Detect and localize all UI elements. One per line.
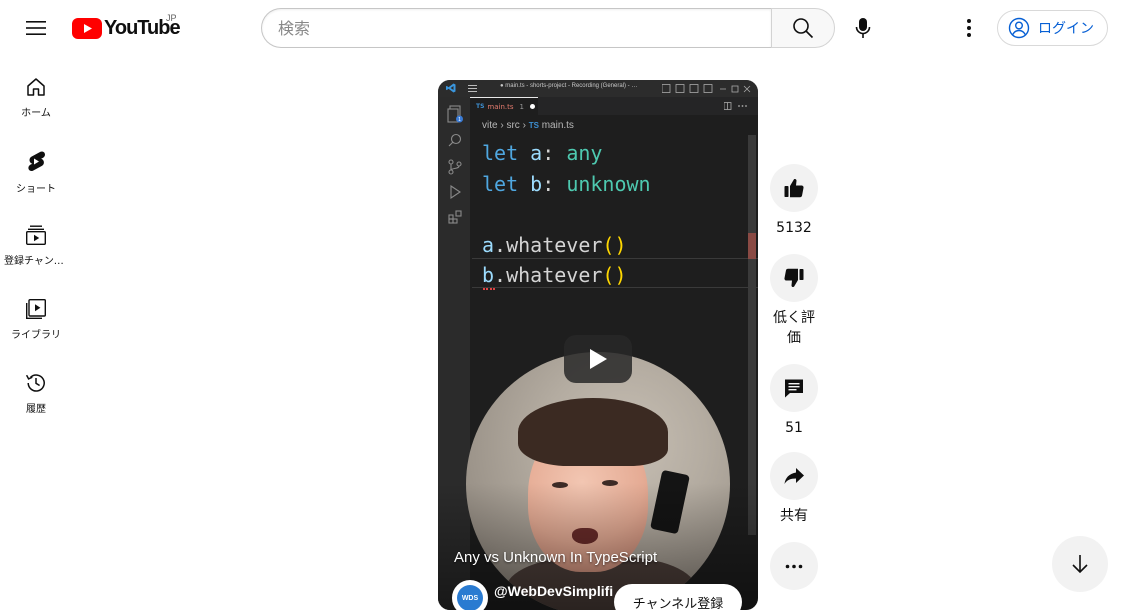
editor-menu-icon <box>468 85 477 92</box>
run-debug-icon <box>450 185 461 199</box>
thumb-up-icon <box>784 178 804 198</box>
youtube-play-logo-icon <box>72 17 102 39</box>
guide-item-label: ライブラリ <box>11 330 61 341</box>
editor-tab: TS main.ts 1 <box>470 97 538 115</box>
editor-tab-problem-count: 1 <box>519 102 524 111</box>
presenter-eye <box>552 482 568 488</box>
explorer-badge: 1 <box>458 117 461 123</box>
editor-breadcrumb: vite › src › TS main.ts <box>482 120 574 131</box>
search-icon <box>448 133 462 147</box>
presenter-mouth <box>572 528 598 544</box>
share-button[interactable] <box>770 452 818 500</box>
typescript-file-icon: TS <box>528 121 539 130</box>
next-short-button[interactable] <box>1052 536 1108 592</box>
shorts-icon <box>28 151 46 172</box>
like-button[interactable] <box>770 164 818 212</box>
dislike-label: 低く評価 <box>773 310 815 346</box>
webcam-overlay <box>466 352 730 610</box>
more-horiz-icon <box>785 564 803 568</box>
editor-window-title: ● main.ts - shorts-project - Recording (… <box>500 83 638 89</box>
home-icon <box>27 78 45 96</box>
guide-item-subscriptions[interactable]: 登録チャンネル <box>4 210 68 284</box>
guide-item-home[interactable]: ホーム <box>4 62 68 136</box>
like-count: 5132 <box>776 220 812 236</box>
guide-item-label: ホーム <box>21 108 51 119</box>
error-squiggle <box>483 287 495 290</box>
code-block: let a: any let b: unknown a.whatever() b… <box>482 141 651 287</box>
microphone-icon <box>855 18 871 38</box>
login-button[interactable]: ログイン <box>997 10 1108 46</box>
youtube-logo[interactable]: YouTube <box>72 12 181 44</box>
extensions-icon <box>448 210 462 224</box>
comments-action: 51 <box>770 364 818 452</box>
play-icon <box>590 349 607 369</box>
editor-titlebar: ● main.ts - shorts-project - Recording (… <box>438 80 758 97</box>
editor-window-controls-icon <box>662 84 751 93</box>
channel-name[interactable]: @WebDevSimplifi <box>494 583 613 599</box>
share-action: 共有 <box>770 452 818 542</box>
search-box <box>261 8 835 48</box>
editor-tab-label: main.ts <box>487 102 514 111</box>
dislike-action: 低く評価 <box>770 254 818 364</box>
search-icon <box>793 18 814 39</box>
more-vert-icon <box>967 19 971 37</box>
presenter-eye <box>602 480 618 486</box>
editor-scrollbar <box>748 135 756 535</box>
video-title[interactable]: Any vs Unknown In TypeScript <box>454 549 657 566</box>
subscriptions-icon <box>26 225 47 246</box>
channel-avatar[interactable]: WDS <box>452 580 488 610</box>
login-label: ログイン <box>1038 21 1094 37</box>
account-circle-icon <box>1008 17 1030 39</box>
masthead: YouTube JP ログイン <box>0 0 1124 56</box>
breadcrumb-item: vite <box>482 120 498 131</box>
thumb-down-icon <box>784 268 804 288</box>
breadcrumb-item: src <box>506 120 520 131</box>
presenter-hair <box>518 398 668 466</box>
guide-item-library[interactable]: ライブラリ <box>4 284 68 358</box>
guitar-headstock <box>650 469 690 535</box>
comments-button[interactable] <box>770 364 818 412</box>
share-label: 共有 <box>780 508 808 524</box>
share-icon <box>784 468 804 484</box>
vscode-logo-icon <box>446 83 456 93</box>
explorer-icon: 1 <box>447 105 463 123</box>
shorts-player[interactable]: ● main.ts - shorts-project - Recording (… <box>438 80 758 610</box>
play-button[interactable] <box>564 335 632 383</box>
guide-item-label: 履歴 <box>26 404 46 415</box>
region-code: JP <box>166 13 177 23</box>
dislike-button[interactable] <box>770 254 818 302</box>
comment-icon <box>785 379 803 398</box>
editor-scrollbar-marker <box>748 233 756 259</box>
menu-icon[interactable] <box>16 8 56 48</box>
channel-avatar-text: WDS <box>457 585 483 610</box>
more-actions-button[interactable] <box>770 542 818 590</box>
arrow-down-icon <box>1072 555 1088 574</box>
search-button[interactable] <box>771 8 835 48</box>
search-input[interactable] <box>261 8 771 48</box>
guide-item-label: 登録チャンネル <box>4 256 68 267</box>
history-icon <box>25 374 45 392</box>
subscribe-button[interactable]: チャンネル登録 <box>614 584 742 610</box>
editor-activity-bar: 1 <box>438 97 470 610</box>
breadcrumb-item: main.ts <box>541 120 574 131</box>
guide-item-label: ショート <box>16 184 56 195</box>
library-icon <box>26 299 46 319</box>
comment-count: 51 <box>785 420 803 436</box>
guide-item-history[interactable]: 履歴 <box>4 358 68 432</box>
reel-actions: 5132 低く評価 51 共有 <box>770 164 818 590</box>
source-control-icon <box>448 159 462 175</box>
editor-tab-bar: TS main.ts 1 <box>470 97 758 115</box>
typescript-file-icon: TS <box>476 103 485 110</box>
split-editor-icon <box>724 102 747 110</box>
like-action: 5132 <box>770 164 818 254</box>
settings-menu-button[interactable] <box>949 8 989 48</box>
channel-info: WDS @WebDevSimplifi <box>452 580 613 610</box>
voice-search-button[interactable] <box>843 8 883 48</box>
more-action <box>770 542 818 590</box>
mini-guide: ホーム ショート 登録チャンネル ライブラリ 履歴 <box>4 62 68 432</box>
guide-item-shorts[interactable]: ショート <box>4 136 68 210</box>
unsaved-dot-icon <box>530 104 535 109</box>
